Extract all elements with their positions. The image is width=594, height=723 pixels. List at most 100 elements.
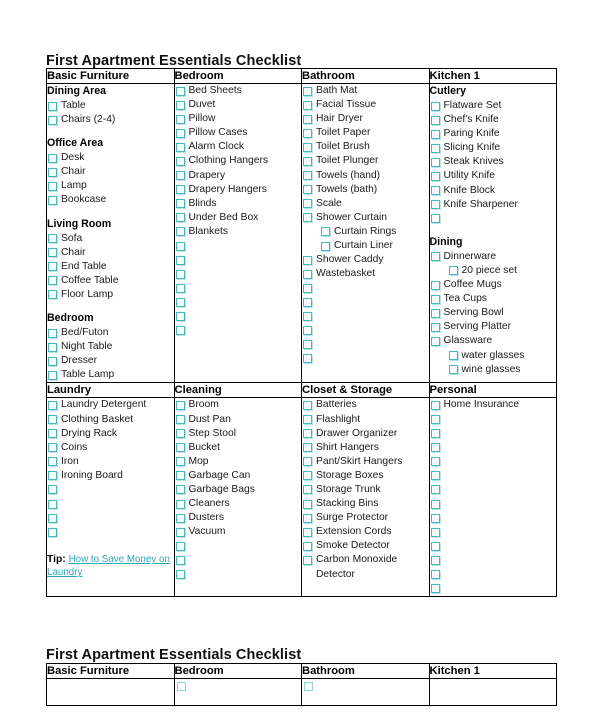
checkbox-icon[interactable] xyxy=(303,312,312,321)
checkbox-icon[interactable] xyxy=(430,322,440,332)
checkbox-icon[interactable] xyxy=(430,252,440,262)
checkbox-icon[interactable] xyxy=(175,326,185,336)
checkbox-icon[interactable] xyxy=(175,199,185,209)
checkbox-icon[interactable] xyxy=(48,356,57,366)
checklist-item[interactable]: Curtain Liner xyxy=(302,239,429,253)
checklist-item[interactable]: Storage Trunk xyxy=(302,483,429,497)
tip-link-how-to-save-money-on-laundry[interactable]: How to Save Money on Laundry xyxy=(47,554,170,578)
checklist-item[interactable]: Drapery xyxy=(175,169,302,183)
checklist-item[interactable]: Facial Tissue xyxy=(302,98,429,112)
checkbox-icon[interactable] xyxy=(303,429,312,439)
checklist-item-blank[interactable] xyxy=(430,511,557,525)
checklist-item[interactable]: Flatware Set xyxy=(430,99,557,113)
checkbox-icon[interactable] xyxy=(430,513,440,523)
checklist-item[interactable]: Coffee Table xyxy=(47,274,174,288)
checkbox-icon[interactable] xyxy=(430,499,440,509)
checklist-item[interactable]: Mop xyxy=(175,455,302,469)
checkbox-icon[interactable] xyxy=(48,429,57,439)
checkbox-icon[interactable] xyxy=(175,213,185,223)
checkbox-icon[interactable] xyxy=(175,570,185,580)
checkbox-icon[interactable] xyxy=(175,457,185,467)
checklist-item-blank[interactable] xyxy=(430,441,557,455)
checklist-item[interactable]: Sofa xyxy=(47,232,174,246)
checkbox-icon[interactable] xyxy=(430,101,440,111)
checkbox-icon[interactable] xyxy=(175,499,185,509)
checklist-item-blank[interactable] xyxy=(302,324,429,338)
checklist-item[interactable]: Hair Dryer xyxy=(302,112,429,126)
checklist-item[interactable]: Flashlight xyxy=(302,413,429,427)
checklist-item[interactable]: Under Bed Box xyxy=(175,211,302,225)
checklist-item[interactable]: Smoke Detector xyxy=(302,539,429,553)
checklist-item[interactable]: Dust Pan xyxy=(175,413,302,427)
checklist-item-blank[interactable] xyxy=(430,539,557,553)
checkbox-icon[interactable] xyxy=(48,370,57,380)
checkbox-icon[interactable] xyxy=(430,443,440,453)
checkbox-icon[interactable] xyxy=(48,457,57,467)
checklist-item-blank[interactable] xyxy=(175,267,302,281)
checkbox-icon[interactable] xyxy=(175,241,185,251)
checkbox-icon[interactable] xyxy=(48,276,57,286)
checklist-item[interactable]: Chairs (2-4) xyxy=(47,113,174,127)
checkbox-icon[interactable] xyxy=(303,255,312,265)
checkbox-icon[interactable] xyxy=(303,269,312,279)
checkbox-icon[interactable] xyxy=(303,541,312,551)
checklist-item[interactable]: Bucket xyxy=(175,441,302,455)
checklist-item-blank[interactable] xyxy=(430,469,557,483)
checklist-item[interactable]: Storage Boxes xyxy=(302,469,429,483)
checklist-item-blank[interactable] xyxy=(430,483,557,497)
checkbox-icon[interactable] xyxy=(430,429,440,439)
checklist-item[interactable]: Step Stool xyxy=(175,427,302,441)
checklist-item[interactable]: Home Insurance xyxy=(430,398,557,412)
checklist-item[interactable]: Iron xyxy=(47,455,174,469)
checklist-item-blank[interactable] xyxy=(175,553,302,567)
checkbox-icon[interactable] xyxy=(175,114,185,124)
checkbox-icon[interactable] xyxy=(175,541,185,551)
checkbox-icon[interactable] xyxy=(303,100,312,110)
checkbox-icon[interactable] xyxy=(430,527,440,537)
checkbox-icon[interactable] xyxy=(175,171,185,181)
checkbox-icon[interactable] xyxy=(175,555,185,565)
checklist-item[interactable]: Dresser xyxy=(47,354,174,368)
checkbox-icon[interactable] xyxy=(430,157,440,167)
checklist-item[interactable]: Garbage Can xyxy=(175,469,302,483)
checklist-item[interactable]: Towels (bath) xyxy=(302,183,429,197)
checkbox-icon[interactable] xyxy=(430,143,440,153)
checklist-item[interactable]: Carbon Monoxide Detector xyxy=(302,553,429,581)
checklist-item[interactable]: Pillow xyxy=(175,112,302,126)
checkbox-icon[interactable] xyxy=(303,297,312,307)
checklist-item[interactable]: Bed Sheets xyxy=(175,84,302,98)
checkbox-icon[interactable] xyxy=(48,499,57,509)
checklist-item[interactable]: Wastebasket xyxy=(302,267,429,281)
checkbox-icon[interactable] xyxy=(303,283,312,293)
checklist-item-blank[interactable] xyxy=(175,310,302,324)
checkbox-icon[interactable] xyxy=(303,555,312,565)
checklist-item[interactable]: Night Table xyxy=(47,340,174,354)
checkbox-icon[interactable] xyxy=(175,471,185,481)
checklist-item[interactable]: Tea Cups xyxy=(430,292,557,306)
checklist-item-blank[interactable] xyxy=(302,338,429,352)
checkbox-icon[interactable] xyxy=(175,86,185,96)
checkbox-icon[interactable] xyxy=(48,342,57,352)
checklist-item[interactable]: Clothing Hangers xyxy=(175,154,302,168)
checkbox-icon[interactable] xyxy=(430,485,440,495)
checkbox-icon[interactable] xyxy=(430,186,440,196)
checklist-item-blank[interactable] xyxy=(175,324,302,338)
checkbox-icon[interactable] xyxy=(175,100,185,110)
checklist-item[interactable]: Pant/Skirt Hangers xyxy=(302,455,429,469)
checkbox-icon[interactable] xyxy=(48,262,57,272)
checklist-item[interactable]: Cleaners xyxy=(175,497,302,511)
checklist-item[interactable]: Chef's Knife xyxy=(430,113,557,127)
checklist-item-blank[interactable] xyxy=(302,310,429,324)
checkbox-icon[interactable] xyxy=(48,101,57,111)
checklist-item[interactable]: Shower Curtain xyxy=(302,211,429,225)
checklist-item[interactable]: Shirt Hangers xyxy=(302,441,429,455)
checklist-item[interactable]: Alarm Clock xyxy=(175,140,302,154)
checkbox-icon[interactable] xyxy=(430,415,440,424)
checklist-item[interactable]: Drapery Hangers xyxy=(175,183,302,197)
checklist-item[interactable]: Steak Knives xyxy=(430,155,557,169)
checklist-item[interactable]: Batteries xyxy=(302,398,429,412)
checkbox-icon[interactable] xyxy=(175,485,185,495)
checklist-item[interactable]: wine glasses xyxy=(430,363,557,377)
checklist-item-blank[interactable] xyxy=(430,427,557,441)
checkbox-icon[interactable] xyxy=(303,499,312,509)
